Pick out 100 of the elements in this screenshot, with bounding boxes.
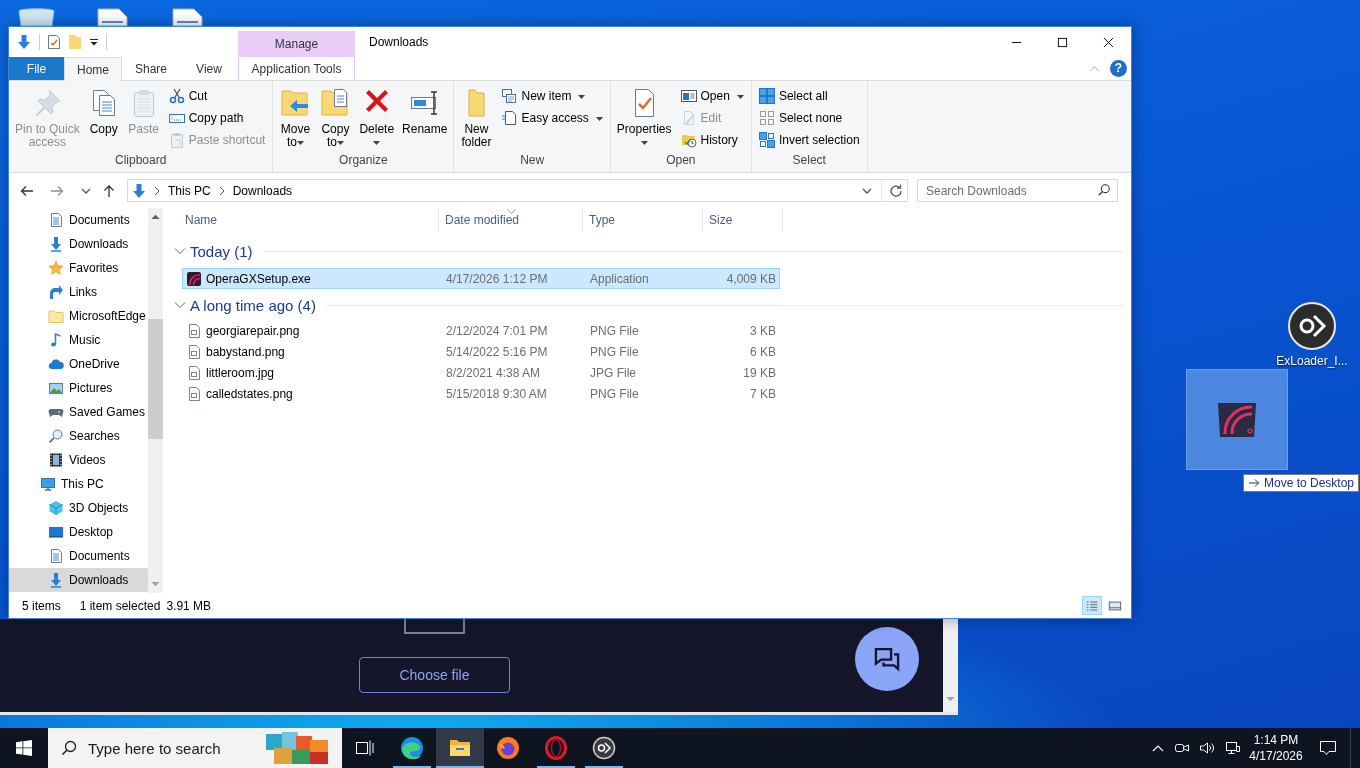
chevron-right-icon[interactable] xyxy=(153,184,161,197)
volume-icon[interactable] xyxy=(1198,740,1215,756)
document-icon xyxy=(186,385,202,402)
download-icon xyxy=(48,572,64,588)
ribbon-button[interactable]: Move to xyxy=(277,85,314,152)
column-header[interactable]: Size xyxy=(703,208,783,232)
file-row[interactable]: littleroom.jpg 8/2/2021 4:38 AM JPG File 19 KB xyxy=(182,362,780,383)
grid-icon xyxy=(758,88,775,104)
start-icon xyxy=(16,740,32,756)
file-row[interactable]: calledstates.png 5/15/2018 9:30 AM PNG File 7 KB xyxy=(182,383,780,404)
caret-icon xyxy=(373,141,381,145)
notification-icon[interactable] xyxy=(1318,740,1337,756)
ribbon-button[interactable]: Copy to xyxy=(317,85,354,152)
file-name: georgiarepair.png xyxy=(206,323,300,338)
ribbon-tab[interactable]: Home xyxy=(64,57,122,81)
status-text: 5 items xyxy=(22,598,61,613)
close-icon[interactable] xyxy=(1102,36,1114,48)
ribbon-button[interactable]: Rename xyxy=(400,85,450,152)
column-header[interactable]: Name xyxy=(179,208,439,232)
ribbon-button[interactable]: Copy path xyxy=(165,107,269,129)
address-field[interactable]: This PC Downloads xyxy=(127,179,908,202)
ribbon-tab[interactable]: Application Tools xyxy=(238,57,355,80)
nav-item[interactable]: Saved Games xyxy=(9,400,148,424)
ribbon-button[interactable]: Easy access xyxy=(498,107,606,129)
chevron-right-icon[interactable] xyxy=(217,184,226,197)
scissors-icon xyxy=(168,88,185,104)
group-header[interactable]: A long time ago (4) xyxy=(173,294,1123,316)
dropdown-icon[interactable] xyxy=(89,38,99,46)
desktop-shortcut[interactable]: ExLoader_I... xyxy=(1274,302,1350,368)
window-icon xyxy=(680,88,697,104)
breadcrumb[interactable]: Downloads xyxy=(231,183,294,198)
ribbon-button[interactable]: Delete xyxy=(357,85,397,152)
refresh-icon[interactable] xyxy=(888,182,904,199)
file-row[interactable]: OperaGXSetup.exe 4/17/2026 1:12 PM Application 4,009 KB xyxy=(182,268,780,289)
ribbon-button[interactable]: New folder xyxy=(458,85,495,152)
ribbon-button[interactable]: Cut xyxy=(165,85,269,107)
nav-item[interactable]: 3D Objects xyxy=(9,496,148,520)
status-text: 1 item selected xyxy=(79,598,161,613)
nav-item[interactable]: Downloads xyxy=(9,568,148,592)
download-icon xyxy=(48,236,64,252)
date-modified: 4/17/2026 1:12 PM xyxy=(446,271,548,286)
ribbon-button[interactable]: History xyxy=(677,129,747,151)
nav-item[interactable]: Favorites xyxy=(9,256,148,280)
ribbon-button[interactable]: Properties xyxy=(614,85,674,152)
nav-item[interactable]: Searches xyxy=(9,424,148,448)
help-button[interactable]: ? xyxy=(1110,60,1127,77)
globe-icon xyxy=(496,736,520,760)
taskbar-button[interactable] xyxy=(436,728,484,768)
nav-item[interactable]: Documents xyxy=(9,208,148,232)
cloud-icon xyxy=(48,356,64,372)
choose-file-button[interactable]: Choose file xyxy=(359,657,510,693)
download-icon[interactable] xyxy=(16,34,32,50)
nav-item[interactable]: OneDrive xyxy=(9,352,148,376)
ribbon-button[interactable]: Select all xyxy=(755,85,863,107)
checkmark-document-icon[interactable] xyxy=(47,34,61,50)
column-header[interactable]: Date modified xyxy=(439,208,583,232)
network-icon[interactable] xyxy=(1225,740,1241,756)
search-icon xyxy=(61,740,77,756)
nav-item[interactable]: Music xyxy=(9,328,148,352)
file-size: 7 KB xyxy=(750,386,776,401)
ribbon-button[interactable]: Invert selection xyxy=(755,129,863,151)
recycle-bin-icon[interactable] xyxy=(18,8,55,26)
file-row[interactable]: georgiarepair.png 2/12/2024 7:01 PM PNG File 3 KB xyxy=(182,320,780,341)
view-button[interactable] xyxy=(1082,596,1102,615)
nav-item[interactable]: Desktop xyxy=(9,520,148,544)
nav-item[interactable]: MicrosoftEdge xyxy=(9,304,148,328)
disc-icon xyxy=(592,736,616,760)
puzzle-icon xyxy=(266,732,328,764)
group-header[interactable]: Today (1) xyxy=(173,240,1123,262)
ribbon-button[interactable]: Select none xyxy=(755,107,863,129)
caret-icon xyxy=(296,141,304,145)
ribbon-button[interactable]: New item xyxy=(498,85,606,107)
file-tab[interactable]: File xyxy=(9,57,64,80)
clock-folder-icon xyxy=(680,132,697,148)
nav-item[interactable]: Documents xyxy=(9,544,148,568)
nav-item[interactable]: Videos xyxy=(9,448,148,472)
search-field[interactable]: Search Downloads xyxy=(917,179,1118,202)
nav-item[interactable]: Pictures xyxy=(9,376,148,400)
scrollbar[interactable] xyxy=(943,619,958,712)
chevron-down-icon xyxy=(174,299,186,311)
document-icon[interactable] xyxy=(97,8,128,26)
file-size: 3 KB xyxy=(750,323,776,338)
nav-item[interactable]: This PC xyxy=(9,472,148,496)
up-arrow-icon[interactable] xyxy=(151,214,160,219)
document-icon[interactable] xyxy=(172,8,203,26)
breadcrumb[interactable]: This PC xyxy=(167,183,212,198)
caret-icon xyxy=(640,141,648,145)
scrollbar-thumb[interactable] xyxy=(148,319,163,439)
ribbon-button[interactable]: Copy xyxy=(85,85,122,152)
ribbon-button[interactable]: Open xyxy=(677,85,747,107)
maximize-icon[interactable] xyxy=(1056,36,1068,48)
nav-item[interactable]: Links xyxy=(9,280,148,304)
clock[interactable]: 1:14 PM 4/17/2026 xyxy=(1247,728,1305,768)
scrollbar[interactable] xyxy=(148,208,163,593)
nav-item[interactable]: Downloads xyxy=(9,232,148,256)
file-name: calledstates.png xyxy=(206,386,293,401)
file-type: PNG File xyxy=(590,386,639,401)
status-text: 3.91 MB xyxy=(166,598,212,613)
file-row[interactable]: babystand.png 5/14/2022 5:16 PM PNG File 6 KB xyxy=(182,341,780,362)
column-header[interactable]: Type xyxy=(583,208,703,232)
